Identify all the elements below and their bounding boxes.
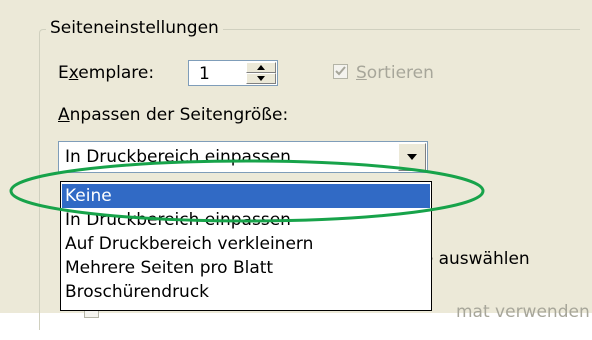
copies-label: Exemplare:	[58, 63, 155, 83]
option-shrink-to-printable-area[interactable]: Auf Druckbereich verkleinern	[62, 232, 430, 256]
option-multiple-pages-per-sheet[interactable]: Mehrere Seiten pro Blatt	[62, 256, 430, 280]
option-fit-to-printable-area[interactable]: In Druckbereich einpassen	[62, 208, 430, 232]
spin-up-button[interactable]	[246, 62, 276, 73]
chevron-down-icon	[407, 154, 417, 160]
page-scaling-select[interactable]: In Druckbereich einpassen	[58, 141, 428, 173]
option-keine[interactable]: Keine	[62, 184, 430, 208]
option-booklet-printing[interactable]: Broschürendruck	[62, 280, 430, 304]
arrow-down-icon	[257, 76, 265, 81]
arrow-up-icon	[257, 65, 265, 70]
page-scaling-value: In Druckbereich einpassen	[65, 147, 291, 167]
spin-down-button[interactable]	[246, 73, 276, 84]
collate-checkbox[interactable]	[333, 64, 348, 79]
dropdown-button[interactable]	[398, 143, 426, 171]
page-scaling-label: Anpassen der Seitengröße:	[58, 105, 289, 125]
collate-label: Sortieren	[356, 63, 434, 83]
copies-value[interactable]: 1	[199, 63, 210, 85]
page-scaling-dropdown-list: Keine In Druckbereich einpassen Auf Druc…	[60, 181, 432, 311]
checkmark-icon	[335, 66, 346, 76]
obscured-disabled-text: mat verwenden	[456, 302, 590, 322]
copies-spinner[interactable]: 1	[188, 60, 278, 86]
page-settings-title: Seiteneinstellungen	[46, 17, 223, 39]
